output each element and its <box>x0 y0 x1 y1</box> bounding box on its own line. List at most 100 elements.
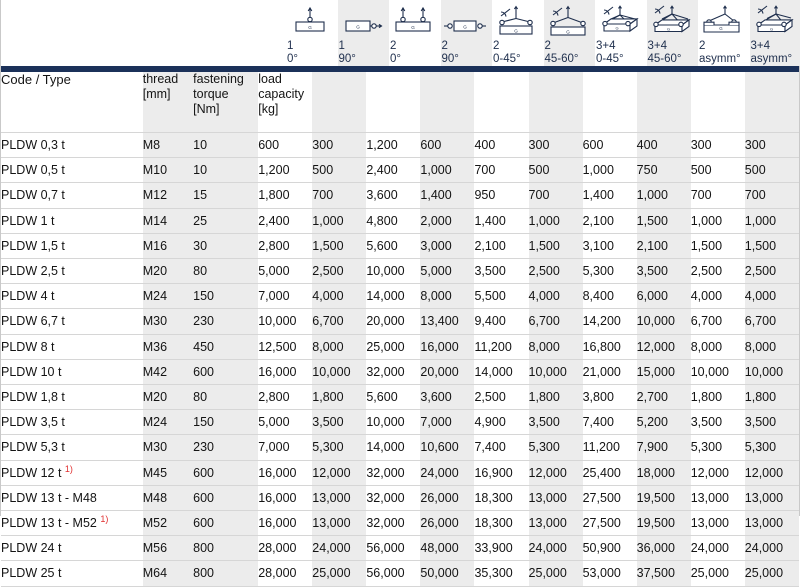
cell-code-type: PLDW 5,3 t <box>1 435 143 460</box>
cell-load-capacity-1: 1,800 <box>258 183 312 208</box>
cell-load-capacity-5: 11,200 <box>474 334 528 359</box>
code-type-label: PLDW 2,5 t <box>1 264 65 278</box>
cell-load-capacity-8: 5,200 <box>637 410 691 435</box>
cell-load-capacity-2: 1,500 <box>312 233 366 258</box>
cell-load-capacity-2: 10,000 <box>312 359 366 384</box>
header-load-spacer-8 <box>637 72 691 133</box>
cell-load-capacity-8: 2,100 <box>637 233 691 258</box>
cell-load-capacity-3: 25,000 <box>366 334 420 359</box>
header-load-capacity: load capacity [kg] <box>258 72 312 133</box>
header-thread-label: thread <box>143 72 178 86</box>
sling-2-leg-90deg-icon: G <box>441 4 489 40</box>
cell-thread: M52 <box>143 511 193 536</box>
svg-text:G: G <box>463 24 467 29</box>
cell-load-capacity-6: 700 <box>529 183 583 208</box>
cell-load-capacity-7: 2,100 <box>583 208 637 233</box>
cell-load-capacity-5: 700 <box>474 158 528 183</box>
cell-load-capacity-2: 24,000 <box>312 536 366 561</box>
header-torque-label2: torque <box>193 87 228 101</box>
table-row: PLDW 2,5 tM20805,0002,50010,0005,0003,50… <box>1 259 799 284</box>
header-fastening-torque: fastening torque [Nm] <box>193 72 258 133</box>
cell-fastening-torque: 450 <box>193 334 258 359</box>
cell-load-capacity-1: 7,000 <box>258 435 312 460</box>
cell-load-capacity-9: 10,000 <box>691 359 745 384</box>
sling-leg-count: 2 <box>441 40 448 53</box>
cell-load-capacity-1: 12,500 <box>258 334 312 359</box>
cell-fastening-torque: 150 <box>193 410 258 435</box>
cell-load-capacity-1: 16,000 <box>258 359 312 384</box>
cell-load-capacity-3: 14,000 <box>366 284 420 309</box>
header-thread-unit: [mm] <box>143 87 171 101</box>
header-code-type: Code / Type <box>1 72 143 133</box>
cell-load-capacity-7: 11,200 <box>583 435 637 460</box>
cell-fastening-torque: 80 <box>193 259 258 284</box>
cell-load-capacity-2: 12,000 <box>312 460 366 485</box>
cell-thread: M56 <box>143 536 193 561</box>
code-type-label: PLDW 5,3 t <box>1 440 65 454</box>
cell-load-capacity-1: 600 <box>258 133 312 158</box>
cell-thread: M14 <box>143 208 193 233</box>
cell-load-capacity-4: 2,000 <box>420 208 474 233</box>
svg-text:G: G <box>514 28 518 33</box>
cell-load-capacity-3: 32,000 <box>366 460 420 485</box>
cell-load-capacity-9: 5,300 <box>691 435 745 460</box>
table-row: PLDW 13 t - M48M4860016,00013,00032,0002… <box>1 485 799 510</box>
cell-load-capacity-1: 7,000 <box>258 284 312 309</box>
svg-text:G: G <box>666 26 669 31</box>
cell-thread: M20 <box>143 259 193 284</box>
header-load-unit: [kg] <box>258 102 278 116</box>
table-row: PLDW 1,8 tM20802,8001,8005,6003,6002,500… <box>1 385 799 410</box>
cell-thread: M48 <box>143 485 193 510</box>
cell-load-capacity-1: 2,800 <box>258 233 312 258</box>
cell-load-capacity-10: 3,500 <box>745 410 799 435</box>
sling-leg-count: 1 <box>338 40 345 53</box>
svg-text:G: G <box>566 29 570 34</box>
cell-load-capacity-7: 53,000 <box>583 561 637 586</box>
cell-load-capacity-5: 950 <box>474 183 528 208</box>
cell-load-capacity-3: 20,000 <box>366 309 420 334</box>
sling-angle-label: 90° <box>338 53 356 66</box>
cell-load-capacity-10: 300 <box>745 133 799 158</box>
cell-load-capacity-2: 1,800 <box>312 385 366 410</box>
cell-load-capacity-3: 4,800 <box>366 208 420 233</box>
cell-load-capacity-7: 16,800 <box>583 334 637 359</box>
sling-3-4-leg-45-60deg-icon: G <box>647 4 695 40</box>
cell-load-capacity-1: 2,400 <box>258 208 312 233</box>
cell-code-type: PLDW 13 t - M48 <box>1 485 143 510</box>
cell-load-capacity-8: 19,500 <box>637 485 691 510</box>
cell-load-capacity-7: 14,200 <box>583 309 637 334</box>
svg-text:G: G <box>719 26 723 31</box>
cell-thread: M24 <box>143 284 193 309</box>
cell-load-capacity-7: 27,500 <box>583 511 637 536</box>
cell-load-capacity-4: 50,000 <box>420 561 474 586</box>
sling-column-header-9: G2asymm° <box>698 0 750 66</box>
cell-load-capacity-5: 4,900 <box>474 410 528 435</box>
cell-load-capacity-3: 14,000 <box>366 435 420 460</box>
cell-load-capacity-3: 32,000 <box>366 511 420 536</box>
cell-fastening-torque: 600 <box>193 511 258 536</box>
cell-load-capacity-2: 4,000 <box>312 284 366 309</box>
cell-code-type: PLDW 12 t 1) <box>1 460 143 485</box>
sling-leg-count: 3+4 <box>750 40 771 53</box>
header-load-label: load capacity <box>258 72 304 101</box>
cell-fastening-torque: 230 <box>193 309 258 334</box>
cell-code-type: PLDW 8 t <box>1 334 143 359</box>
cell-load-capacity-3: 10,000 <box>366 259 420 284</box>
sling-leg-count: 2 <box>492 40 499 53</box>
table-row: PLDW 3,5 tM241505,0003,50010,0007,0004,9… <box>1 410 799 435</box>
cell-load-capacity-6: 1,000 <box>529 208 583 233</box>
cell-load-capacity-3: 56,000 <box>366 561 420 586</box>
cell-thread: M64 <box>143 561 193 586</box>
cell-load-capacity-2: 700 <box>312 183 366 208</box>
table-row: PLDW 1 tM14252,4001,0004,8002,0001,4001,… <box>1 208 799 233</box>
cell-load-capacity-8: 750 <box>637 158 691 183</box>
cell-load-capacity-2: 3,500 <box>312 410 366 435</box>
header-load-spacer-9 <box>691 72 745 133</box>
sling-leg-count: 2 <box>389 40 396 53</box>
cell-thread: M12 <box>143 183 193 208</box>
cell-load-capacity-9: 12,000 <box>691 460 745 485</box>
sling-1-leg-vertical-icon: G <box>286 4 334 40</box>
cell-code-type: PLDW 0,5 t <box>1 158 143 183</box>
cell-load-capacity-6: 1,500 <box>529 233 583 258</box>
cell-thread: M16 <box>143 233 193 258</box>
